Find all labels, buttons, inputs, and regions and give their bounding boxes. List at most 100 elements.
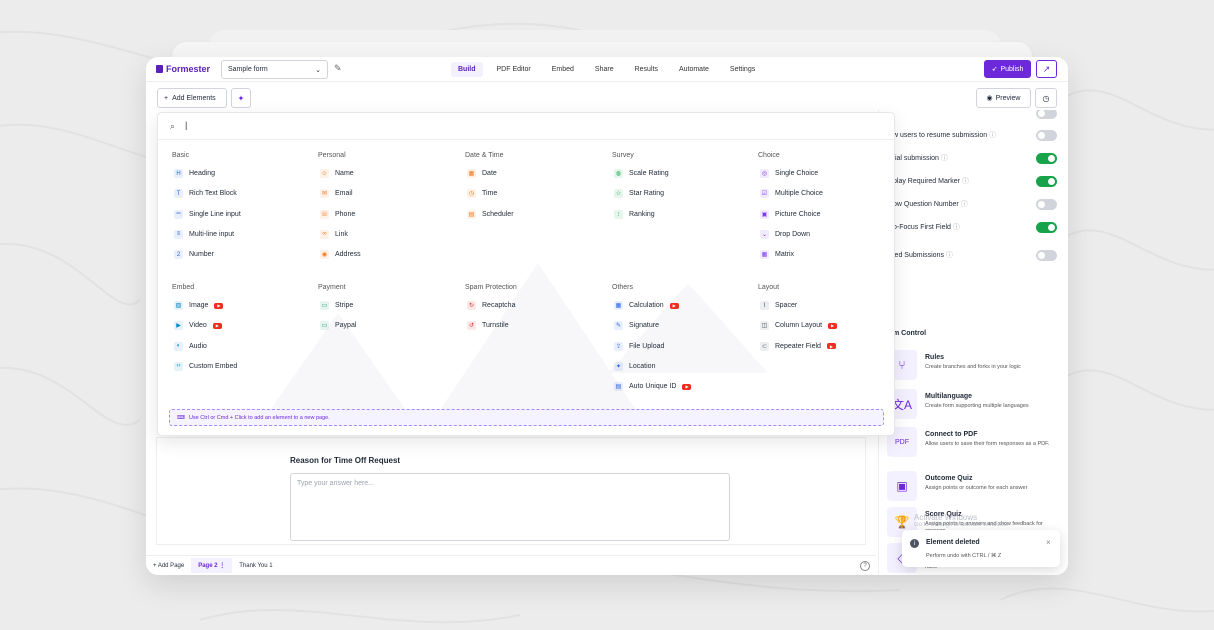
element-item-multiple-choice[interactable]: ☑ Multiple Choice	[760, 189, 823, 199]
element-item-phone[interactable]: ☏ Phone	[320, 209, 355, 219]
multi-line-icon: ≡	[174, 229, 183, 239]
control-title: Multilanguage	[925, 393, 973, 400]
hint-text: Use Ctrl or Cmd + Click to add an elemen…	[188, 414, 330, 421]
settings-toggle-row: play Required Marker ⓘ	[879, 172, 1068, 190]
element-label: Scale Rating	[629, 170, 669, 177]
element-label: Video	[189, 322, 207, 330]
element-item-auto-unique-id[interactable]: ▤ Auto Unique ID ▶	[614, 382, 692, 392]
form-control-outcome-quiz[interactable]: ▣ Outcome Quiz Assign points or outcome fo…	[887, 471, 1067, 505]
form-selector[interactable]: Sample form ⌄	[221, 60, 328, 79]
toggle-switch[interactable]	[1036, 129, 1057, 141]
spacer-icon: I	[760, 301, 769, 310]
setting-label: w users to resume submission ⓘ	[893, 132, 997, 139]
youtube-play-icon[interactable]: ▶	[214, 302, 224, 309]
element-item-multi-line-input[interactable]: ≡ Multi-line input	[174, 229, 234, 239]
element-label: File Upload	[629, 342, 665, 350]
element-item-turnstile[interactable]: ↺ Turnstile	[467, 321, 509, 331]
toggle-switch[interactable]	[1036, 221, 1057, 233]
element-item-scheduler[interactable]: ▤ Scheduler	[467, 209, 514, 219]
youtube-play-icon[interactable]: ▶	[828, 322, 838, 329]
close-icon[interactable]: ×	[1046, 538, 1051, 547]
page-tab-label: Page 2	[198, 563, 218, 569]
open-external-button[interactable]: ↗	[1036, 60, 1057, 78]
answer-textarea[interactable]: Type your answer here...	[290, 473, 730, 541]
element-item-time[interactable]: ◷ Time	[467, 189, 497, 199]
tab-automate[interactable]: Automate	[672, 62, 716, 77]
element-item-heading[interactable]: H Heading	[174, 169, 215, 178]
settings-toggle-row: ied Submissions ⓘ	[879, 246, 1068, 264]
element-item-rich-text-block[interactable]: T Rich Text Block	[174, 189, 237, 199]
preview-button[interactable]: ◉ Preview	[976, 88, 1031, 108]
element-item-picture-choice[interactable]: ▣ Picture Choice	[760, 209, 821, 219]
toggle-switch[interactable]	[1036, 249, 1057, 261]
form-control-rules[interactable]: ⑂ Rules Create branches and forks in your …	[887, 350, 1067, 384]
element-item-email[interactable]: ✉ Email	[320, 189, 353, 199]
ctrl-click-hint: ⌨ Use Ctrl or Cmd + Click to add an elem…	[169, 409, 884, 426]
element-item-stripe[interactable]: ▭ Stripe	[320, 301, 353, 310]
sparkle-icon: ✦	[237, 93, 245, 103]
element-label: Auto Unique ID	[629, 383, 677, 391]
youtube-play-icon[interactable]: ▶	[826, 343, 836, 350]
element-item-link[interactable]: ∞ Link	[320, 229, 348, 239]
element-item-address[interactable]: ◉ Address	[320, 250, 361, 260]
element-item-image[interactable]: ▨ Image ▶	[174, 301, 224, 310]
element-search[interactable]: ⌕ |	[158, 113, 894, 140]
element-item-paypal[interactable]: ▭ Paypal	[320, 321, 356, 331]
youtube-play-icon[interactable]: ▶	[212, 322, 222, 329]
kebab-icon[interactable]: ⋮	[219, 563, 225, 569]
add-elements-button[interactable]: + Add Elements	[157, 88, 227, 108]
element-item-scale-rating[interactable]: ◍ Scale Rating	[614, 169, 669, 178]
element-label: Ranking	[629, 210, 655, 218]
heading-icon: H	[174, 169, 183, 178]
ai-sparkle-button[interactable]: ✦	[231, 88, 251, 108]
toggle-switch[interactable]	[1036, 110, 1057, 119]
element-item-single-line-input[interactable]: ═ Single Line input	[174, 209, 241, 219]
element-label: Name	[335, 170, 354, 177]
element-item-custom-embed[interactable]: ‹› Custom Embed	[174, 361, 237, 371]
element-item-drop-down[interactable]: ⌄ Drop Down	[760, 229, 810, 239]
tab-pdf-editor[interactable]: PDF Editor	[490, 62, 538, 77]
publish-button[interactable]: ➶ Publish	[984, 60, 1031, 78]
element-item-star-rating[interactable]: ☆ Star Rating	[614, 189, 664, 199]
element-item-name[interactable]: ☺ Name	[320, 169, 354, 178]
tab-embed[interactable]: Embed	[545, 62, 581, 77]
turnstile-icon: ↺	[467, 321, 476, 331]
tab-results[interactable]: Results	[628, 62, 665, 77]
youtube-play-icon[interactable]: ▶	[682, 383, 692, 390]
logo[interactable]: Formester	[156, 64, 210, 74]
element-item-spacer[interactable]: I Spacer	[760, 301, 797, 310]
page-tab-thank-you[interactable]: Thank You 1	[232, 559, 279, 573]
history-button[interactable]: ◷	[1035, 88, 1057, 108]
element-item-date[interactable]: ▦ Date	[467, 169, 497, 178]
element-item-file-upload[interactable]: ⇪ File Upload	[614, 341, 665, 351]
settings-toggle-row: w users to resume submission ⓘ	[879, 126, 1068, 144]
edit-pencil-icon[interactable]: ✎	[334, 63, 342, 74]
element-item-matrix[interactable]: ▦ Matrix	[760, 250, 794, 260]
tab-build[interactable]: Build	[451, 62, 483, 77]
element-item-single-choice[interactable]: ◎ Single Choice	[760, 169, 818, 178]
element-item-calculation[interactable]: ▦ Calculation ▶	[614, 301, 679, 310]
element-item-ranking[interactable]: ⁝ Ranking	[614, 209, 655, 219]
toggle-switch[interactable]	[1036, 175, 1057, 187]
element-item-signature[interactable]: ✎ Signature	[614, 321, 659, 331]
tab-settings[interactable]: Settings	[723, 62, 762, 77]
help-icon[interactable]: ?	[860, 561, 870, 571]
tab-share[interactable]: Share	[588, 62, 621, 77]
add-page-button[interactable]: + Add Page	[146, 559, 191, 573]
element-item-location[interactable]: ✦ Location	[614, 361, 655, 371]
toggle-switch[interactable]	[1036, 198, 1057, 210]
page-tab-current[interactable]: Page 2 ⋮	[191, 558, 233, 573]
element-item-audio[interactable]: ◐ Audio	[174, 341, 207, 351]
id-icon: ▤	[614, 382, 623, 392]
youtube-play-icon[interactable]: ▶	[669, 302, 679, 309]
element-item-repeater-field[interactable]: ⊂ Repeater Field ▶	[760, 341, 836, 351]
element-item-number[interactable]: 2 Number	[174, 250, 214, 260]
element-item-recaptcha[interactable]: ↻ Recaptcha	[467, 301, 515, 310]
form-control-multilanguage[interactable]: 文A Multilanguage Create form supporting mu…	[887, 389, 1067, 423]
search-input[interactable]: |	[185, 120, 187, 130]
form-control-connect-to-pdf[interactable]: PDF Connect to PDF Allow users to save the…	[887, 427, 1067, 461]
element-item-video[interactable]: ▶ Video ▶	[174, 321, 222, 331]
toggle-switch[interactable]	[1036, 152, 1057, 164]
element-item-column-layout[interactable]: ◫ Column Layout ▶	[760, 321, 838, 331]
category-title: Survey	[612, 152, 634, 159]
